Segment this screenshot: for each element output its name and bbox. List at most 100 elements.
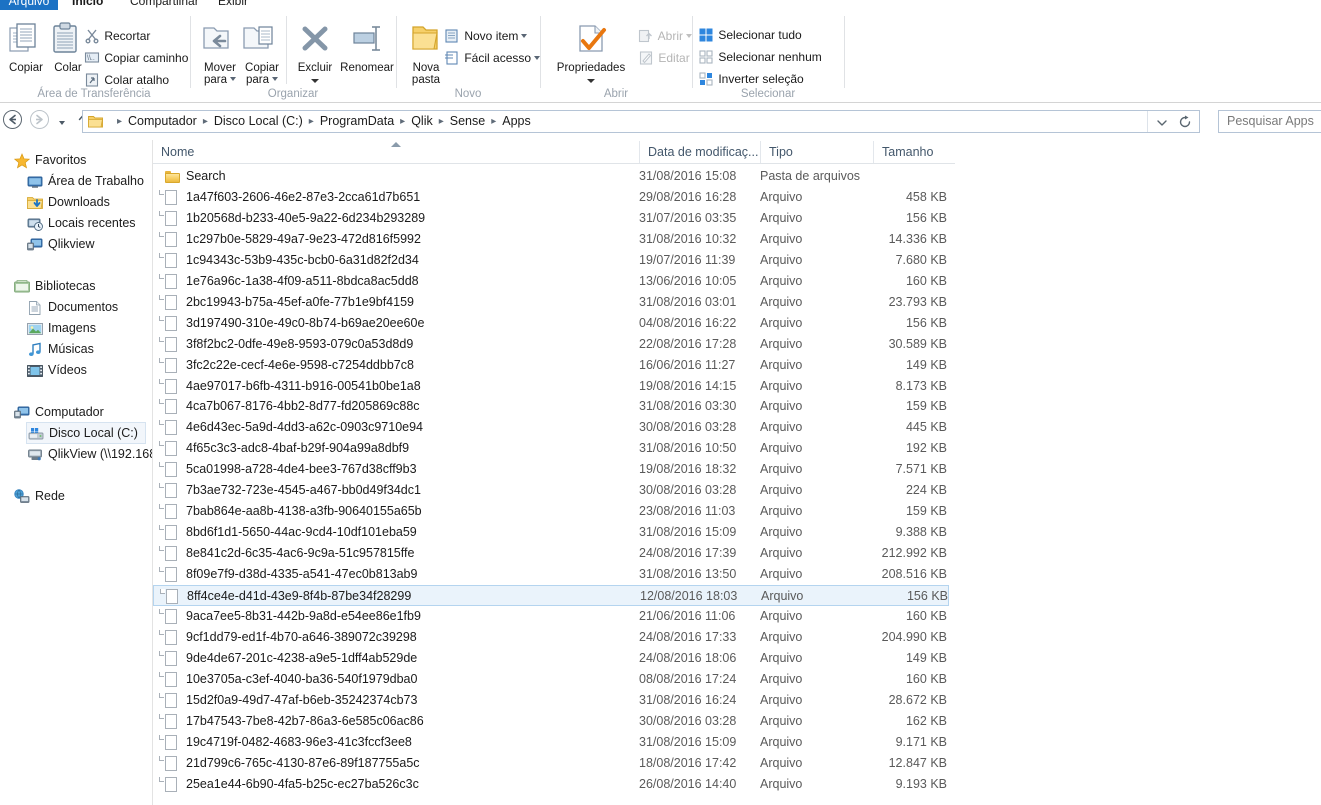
- cut-button[interactable]: Recortar: [84, 28, 150, 46]
- table-row[interactable]: 8ff4ce4e-d41d-43e9-8f4b-87be34f28299 12/0…: [153, 585, 949, 606]
- table-row[interactable]: 7bab864e-aa8b-4138-a3fb-90640155a65b 23/0…: [153, 501, 949, 522]
- file-modified-cell: 26/08/2016 14:40: [639, 776, 737, 791]
- ribbon-group-selecionar: Selecionar tudo Selecionar nenhum Invert…: [694, 10, 842, 103]
- file-size-cell: 7.571 KB: [895, 462, 947, 477]
- address-chevron-down-icon[interactable]: [1156, 117, 1168, 131]
- forward-button[interactable]: [30, 110, 50, 130]
- table-row[interactable]: 25ea1e44-6b90-4fa5-b25c-ec27ba526c3c 26/0…: [153, 774, 949, 795]
- file-size-cell: 192 KB: [905, 441, 947, 456]
- table-row[interactable]: 8f09e7f9-d38d-4335-a541-47ec0b813ab9 31/0…: [153, 564, 949, 585]
- file-modified-cell: 16/06/2016 11:27: [639, 357, 736, 372]
- delete-chevron-down-icon[interactable]: [311, 79, 319, 83]
- table-row[interactable]: 7b3ae732-723e-4545-a467-bb0d49f34dc1 30/0…: [153, 480, 949, 501]
- cut-label: Recortar: [104, 29, 151, 43]
- table-row[interactable]: 1c94343c-53b9-435c-bcb0-6a31d82f2d34 19/0…: [153, 250, 949, 271]
- delete-button[interactable]: Excluir: [292, 22, 338, 83]
- file-name-cell: 1c297b0e-5829-49a7-9e23-472d816f5992: [186, 231, 421, 246]
- table-row[interactable]: 9de4de67-201c-4238-a9e5-1dff4ab529de 24/0…: [153, 648, 949, 669]
- table-row[interactable]: 3fc2c22e-cecf-4e6e-9598-c7254ddbb7c8 16/0…: [153, 355, 949, 376]
- table-row[interactable]: 9cf1dd79-ed1f-4b70-a646-389072c39298 24/0…: [153, 627, 949, 648]
- search-input[interactable]: Pesquisar Apps: [1227, 111, 1314, 132]
- table-row[interactable]: 4f65c3c3-adc8-4baf-b29f-904a99a8dbf9 31/0…: [153, 438, 949, 459]
- sort-ascending-icon: [391, 142, 401, 147]
- properties-button[interactable]: Propriedades: [546, 22, 636, 83]
- file-modified-cell: 22/08/2016 17:28: [639, 336, 737, 351]
- tab-exibir[interactable]: Exibir: [208, 0, 258, 10]
- table-row[interactable]: 1a47f603-2606-46e2-87e3-2cca61d7b651 29/0…: [153, 187, 949, 208]
- open-icon: [638, 28, 655, 44]
- sidebar-item-disco-local-c[interactable]: Disco Local (C:): [26, 422, 146, 444]
- edit-pencil-icon: [638, 50, 655, 66]
- table-row[interactable]: 10e3705a-c3ef-4040-ba36-540f1979dba0 08/0…: [153, 669, 949, 690]
- file-type-cell: Arquivo: [760, 315, 803, 330]
- file-name-cell: 1a47f603-2606-46e2-87e3-2cca61d7b651: [186, 189, 421, 204]
- open-button[interactable]: Abrir: [638, 28, 693, 46]
- new-item-label: Novo item: [464, 29, 519, 43]
- table-row[interactable]: 8bd6f1d1-5650-44ac-9cd4-10df101eba59 31/0…: [153, 522, 949, 543]
- tab-inicio[interactable]: Início: [62, 0, 113, 10]
- table-row[interactable]: 17b47543-7be8-42b7-86a3-6e585c06ac86 30/0…: [153, 711, 949, 732]
- copy-to-button[interactable]: Copiar para: [236, 22, 288, 86]
- table-row[interactable]: 1e76a96c-1a38-4f09-a511-8bdca8ac5dd8 13/0…: [153, 271, 949, 292]
- abrir-group-label: Abrir: [603, 88, 629, 100]
- select-all-button[interactable]: Selecionar tudo: [698, 27, 802, 45]
- table-row[interactable]: 4e6d43ec-5a9d-4dd3-a62c-0903c9710e94 30/0…: [153, 417, 949, 438]
- table-row[interactable]: 1c297b0e-5829-49a7-9e23-472d816f5992 31/0…: [153, 229, 949, 250]
- breadcrumb-item-disco-local[interactable]: Disco Local (C:): [214, 114, 303, 128]
- sidebar-item-label: Área de Trabalho: [48, 174, 144, 188]
- table-row[interactable]: 2bc19943-b75a-45ef-a0fe-77b1e9bf4159 31/0…: [153, 292, 949, 313]
- recent-locations-button[interactable]: [56, 116, 65, 130]
- column-header-data-modificacao[interactable]: Data de modificaç...: [639, 141, 760, 163]
- file-icon: [159, 231, 179, 248]
- table-row[interactable]: 1b20568d-b233-40e5-9a22-6d234b293289 31/0…: [153, 208, 949, 229]
- breadcrumb[interactable]: ▸ Computador ▸ Disco Local (C:) ▸ ProgramData…: [111, 111, 531, 132]
- table-row[interactable]: 5ca01998-a728-4de4-bee3-767d38cff9b3 19/0…: [153, 459, 949, 480]
- file-name-cell: 1b20568d-b233-40e5-9a22-6d234b293289: [186, 210, 426, 225]
- file-name-cell: 1c94343c-53b9-435c-bcb0-6a31d82f2d34: [186, 252, 419, 267]
- table-row[interactable]: 3d197490-310e-49c0-8b74-b69ae20ee60e 04/0…: [153, 313, 949, 334]
- file-icon: [159, 441, 179, 457]
- search-box[interactable]: Pesquisar Apps: [1218, 110, 1321, 133]
- easy-access-button[interactable]: Fácil acesso: [444, 50, 541, 68]
- table-row[interactable]: 4ca7b067-8176-4bb2-8d77-fd205869c88c 31/0…: [153, 396, 949, 417]
- file-icon: [159, 525, 179, 541]
- table-row[interactable]: 19c4719f-0482-4683-96e3-41c3fccf3ee8 31/0…: [153, 732, 949, 753]
- properties-chevron-down-icon[interactable]: [587, 79, 595, 83]
- table-row[interactable]: 3f8f2bc2-0dfe-49e8-9593-079c0a53d8d9 22/0…: [153, 334, 949, 355]
- new-item-button[interactable]: Novo item: [444, 28, 528, 46]
- file-icon: [159, 252, 179, 269]
- address-input[interactable]: ▸ Computador ▸ Disco Local (C:) ▸ ProgramData…: [82, 110, 1200, 133]
- table-row[interactable]: 9aca7ee5-8b31-442b-9a8d-e54ee86e1fb9 21/0…: [153, 606, 949, 627]
- invert-selection-button[interactable]: Inverter seleção: [698, 71, 804, 89]
- file-name-cell: 8e841c2d-6c35-4ac6-9c9a-51c957815ffe: [186, 546, 415, 561]
- column-header-tamanho[interactable]: Tamanho: [873, 141, 955, 163]
- refresh-icon[interactable]: [1178, 115, 1192, 132]
- downloads-icon: [27, 195, 43, 211]
- breadcrumb-item-programdata[interactable]: ProgramData: [320, 114, 394, 128]
- breadcrumb-item-qlik[interactable]: Qlik: [411, 114, 433, 128]
- tab-compartilhar[interactable]: Compartilhar: [120, 0, 209, 10]
- breadcrumb-item-sense[interactable]: Sense: [450, 114, 485, 128]
- table-row[interactable]: Search 31/08/2016 15:08 Pasta de arquivos: [153, 166, 949, 187]
- back-button[interactable]: [3, 110, 23, 130]
- column-header-tipo[interactable]: Tipo: [760, 141, 873, 163]
- file-list[interactable]: Search 31/08/2016 15:08 Pasta de arquivos 1…: [153, 166, 955, 805]
- paste-shortcut-icon: [84, 72, 101, 88]
- rename-button[interactable]: Renomear: [340, 22, 394, 74]
- file-modified-cell: 31/07/2016 03:35: [639, 210, 737, 225]
- select-none-button[interactable]: Selecionar nenhum: [698, 49, 822, 67]
- file-modified-cell: 31/08/2016 15:09: [639, 734, 737, 749]
- table-row[interactable]: 8e841c2d-6c35-4ac6-9c9a-51c957815ffe 24/0…: [153, 543, 949, 564]
- table-row[interactable]: 21d799c6-765c-4130-87e6-89f187755a5c 18/0…: [153, 753, 949, 774]
- tab-arquivo[interactable]: Arquivo: [0, 0, 58, 10]
- table-row[interactable]: 15d2f0a9-49d7-47af-b6eb-35242374cb73 31/0…: [153, 690, 949, 711]
- recent-icon: [27, 216, 43, 232]
- edit-button[interactable]: Editar: [638, 50, 690, 68]
- group-separator-5: [844, 16, 845, 88]
- copy-path-button[interactable]: \\.. Copiar caminho: [84, 50, 188, 68]
- breadcrumb-item-apps[interactable]: Apps: [502, 114, 531, 128]
- column-header-nome[interactable]: Nome: [153, 141, 639, 163]
- breadcrumb-item-computador[interactable]: Computador: [128, 114, 197, 128]
- table-row[interactable]: 4ae97017-b6fb-4311-b916-00541b0be1a8 19/0…: [153, 376, 949, 397]
- file-name-cell: 17b47543-7be8-42b7-86a3-6e585c06ac86: [186, 713, 424, 728]
